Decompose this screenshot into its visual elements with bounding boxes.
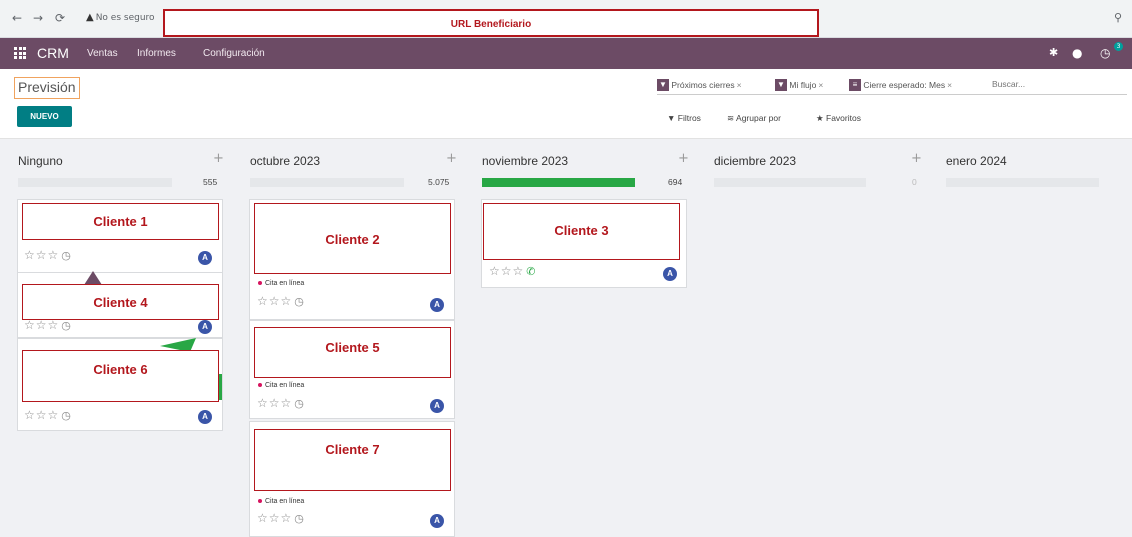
priority-stars[interactable]: ☆☆☆ ◷: [24, 248, 72, 262]
column-title[interactable]: octubre 2023: [250, 154, 320, 168]
menu-informes[interactable]: Informes: [137, 48, 176, 59]
client-annotation: Cliente 1: [22, 203, 219, 240]
filter-icon: ▼: [667, 113, 676, 123]
menu-configuracion[interactable]: Configuración: [203, 48, 265, 59]
quick-add-icon[interactable]: +: [911, 151, 922, 166]
quick-add-icon[interactable]: +: [446, 151, 457, 166]
client-annotation: Cliente 3: [483, 203, 680, 260]
client-annotation: Cliente 7: [254, 429, 451, 491]
apps-menu-icon[interactable]: [14, 47, 26, 59]
client-annotation: Cliente 4: [22, 284, 219, 320]
avatar[interactable]: A: [198, 251, 212, 265]
priority-stars[interactable]: ☆☆☆ ◷: [24, 318, 72, 332]
column-title[interactable]: enero 2024: [946, 154, 1007, 168]
address-bar[interactable]: URL Beneficiario: [163, 9, 819, 37]
clock-icon[interactable]: ◷: [294, 295, 305, 308]
clock-icon[interactable]: ◷: [61, 409, 72, 422]
column-title[interactable]: diciembre 2023: [714, 154, 796, 168]
star-icon: ★: [816, 113, 824, 123]
column-total: 0: [912, 177, 917, 187]
avatar[interactable]: A: [430, 514, 444, 528]
layers-icon: ≋: [727, 113, 735, 123]
menu-ventas[interactable]: Ventas: [87, 48, 118, 59]
priority-stars[interactable]: ☆☆☆ ◷: [24, 408, 72, 422]
column-progress-bar[interactable]: [482, 178, 635, 187]
column-progress-bar[interactable]: [18, 178, 172, 187]
clock-icon[interactable]: ◷: [61, 319, 72, 332]
security-text: No es seguro: [95, 13, 155, 23]
card-decoration: [84, 271, 102, 285]
remove-facet-icon[interactable]: ×: [947, 80, 952, 90]
priority-stars[interactable]: ☆☆☆ ◷: [257, 511, 305, 525]
priority-stars[interactable]: ☆☆☆ ◷: [257, 396, 305, 410]
facet-mi-flujo[interactable]: ▼ Mi flujo ×: [775, 78, 823, 92]
column-title[interactable]: Ninguno: [18, 154, 63, 168]
reload-icon[interactable]: ⟳: [55, 11, 65, 25]
quick-add-icon[interactable]: +: [678, 151, 689, 166]
clock-icon[interactable]: ◷: [294, 512, 305, 525]
warning-icon: ▲: [86, 12, 94, 23]
quick-add-icon[interactable]: +: [213, 151, 224, 166]
avatar[interactable]: A: [430, 399, 444, 413]
browser-toolbar: ← → ⟳ ▲ No es seguro URL Beneficiario ⚲: [0, 0, 1132, 38]
bug-icon[interactable]: ✱: [1049, 46, 1058, 59]
phone-icon[interactable]: ✆: [526, 265, 536, 278]
clock-icon[interactable]: ◷: [1100, 46, 1110, 60]
avatar[interactable]: A: [430, 298, 444, 312]
facet-proximos-cierres[interactable]: ▼ Próximos cierres ×: [657, 78, 742, 92]
avatar[interactable]: A: [198, 320, 212, 334]
app-brand[interactable]: CRM: [37, 45, 69, 61]
priority-stars[interactable]: ☆☆☆ ✆: [489, 264, 537, 278]
filter-icon: ▼: [775, 79, 787, 91]
group-icon: ≡: [849, 79, 861, 91]
search-input[interactable]: [992, 79, 1112, 89]
page-title: Previsión: [14, 77, 80, 99]
column-total: 555: [203, 177, 218, 187]
tag-cita-en-linea: Cita en línea: [258, 498, 304, 505]
new-button[interactable]: NUEVO: [17, 106, 72, 127]
group-by-button[interactable]: ≋ Agrupar por: [727, 113, 781, 124]
column-progress-bar[interactable]: [250, 178, 404, 187]
clock-icon[interactable]: ◷: [294, 397, 305, 410]
app-navbar: CRM Ventas Informes Configuración ✱ ● ◷: [0, 38, 1132, 69]
tag-cita-en-linea: Cita en línea: [258, 382, 304, 389]
avatar[interactable]: A: [198, 410, 212, 424]
client-annotation: Cliente 5: [254, 327, 451, 378]
facet-cierre-esperado[interactable]: ≡ Cierre esperado: Mes ×: [849, 78, 952, 92]
avatar[interactable]: A: [663, 267, 677, 281]
favorites-button[interactable]: ★ Favoritos: [816, 113, 861, 124]
column-progress-bar[interactable]: [714, 178, 866, 187]
column-progress-bar[interactable]: [946, 178, 1099, 187]
column-title[interactable]: noviembre 2023: [482, 154, 568, 168]
activity-badge: 3: [1114, 42, 1123, 51]
filter-icon: ▼: [657, 79, 669, 91]
chat-icon[interactable]: ●: [1072, 46, 1082, 60]
priority-stars[interactable]: ☆☆☆ ◷: [257, 294, 305, 308]
client-annotation: Cliente 6: [22, 350, 219, 402]
security-indicator[interactable]: ▲ No es seguro: [86, 12, 155, 23]
column-total: 5.075: [428, 177, 450, 187]
clock-icon[interactable]: ◷: [61, 249, 72, 262]
zoom-icon[interactable]: ⚲: [1114, 11, 1122, 24]
remove-facet-icon[interactable]: ×: [737, 80, 742, 90]
column-total: 694: [668, 177, 683, 187]
url-annotation: URL Beneficiario: [450, 19, 532, 30]
filters-button[interactable]: ▼ Filtros: [667, 113, 701, 123]
client-annotation: Cliente 2: [254, 203, 451, 274]
remove-facet-icon[interactable]: ×: [818, 80, 823, 90]
back-icon[interactable]: ←: [12, 11, 22, 25]
forward-icon[interactable]: →: [33, 11, 43, 25]
tag-cita-en-linea: Cita en línea: [258, 280, 304, 287]
